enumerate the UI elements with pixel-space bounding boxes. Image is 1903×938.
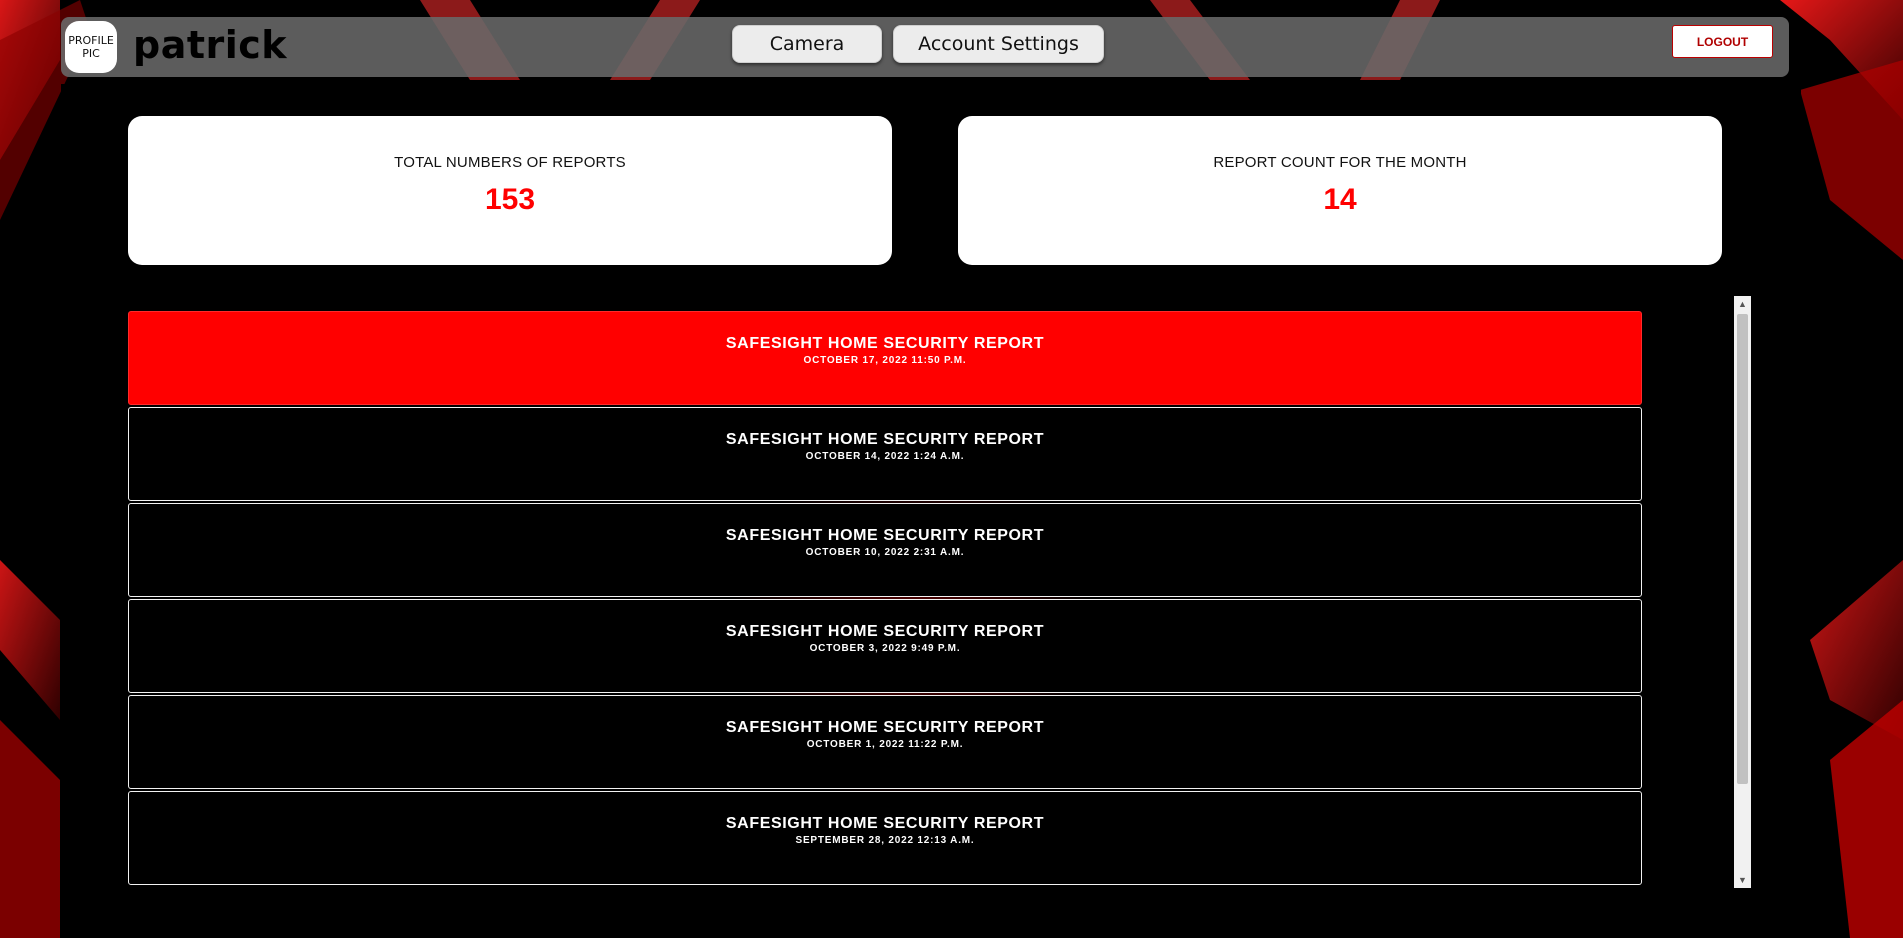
report-title: SAFESIGHT HOME SECURITY REPORT bbox=[725, 431, 1045, 448]
monthly-reports-card: REPORT COUNT FOR THE MONTH 14 bbox=[958, 116, 1722, 265]
report-title: SAFESIGHT HOME SECURITY REPORT bbox=[725, 719, 1045, 736]
total-reports-label: TOTAL NUMBERS OF REPORTS bbox=[394, 154, 626, 171]
logout-button[interactable]: LOGOUT bbox=[1672, 25, 1773, 58]
total-reports-value: 153 bbox=[484, 183, 536, 216]
report-list-scrollbar[interactable]: ▲ ▼ bbox=[1734, 296, 1751, 888]
monthly-reports-label: REPORT COUNT FOR THE MONTH bbox=[1213, 154, 1467, 171]
report-date: OCTOBER 17, 2022 11:50 P.M. bbox=[803, 355, 967, 366]
username: patrick bbox=[133, 23, 288, 67]
avatar-text-line2: PIC bbox=[82, 47, 100, 60]
report-date: SEPTEMBER 28, 2022 12:13 A.M. bbox=[795, 835, 975, 846]
report-date: OCTOBER 3, 2022 9:49 P.M. bbox=[809, 643, 961, 654]
report-title: SAFESIGHT HOME SECURITY REPORT bbox=[725, 527, 1045, 544]
report-item[interactable]: SAFESIGHT HOME SECURITY REPORT OCTOBER 1… bbox=[128, 311, 1642, 405]
report-item[interactable]: SAFESIGHT HOME SECURITY REPORT OCTOBER 1… bbox=[128, 695, 1642, 789]
report-date: OCTOBER 10, 2022 2:31 A.M. bbox=[805, 547, 965, 558]
report-item[interactable]: SAFESIGHT HOME SECURITY REPORT OCTOBER 1… bbox=[128, 407, 1642, 501]
total-reports-card: TOTAL NUMBERS OF REPORTS 153 bbox=[128, 116, 892, 265]
report-title: SAFESIGHT HOME SECURITY REPORT bbox=[725, 815, 1045, 832]
avatar-text-line1: PROFILE bbox=[68, 34, 114, 47]
top-nav-bar: PROFILE PIC patrick Camera Account Setti… bbox=[61, 17, 1789, 77]
report-item[interactable]: SAFESIGHT HOME SECURITY REPORT SEPTEMBER… bbox=[128, 791, 1642, 885]
profile-avatar[interactable]: PROFILE PIC bbox=[65, 21, 117, 73]
scroll-up-arrow-icon[interactable]: ▲ bbox=[1734, 296, 1751, 312]
report-title: SAFESIGHT HOME SECURITY REPORT bbox=[725, 335, 1045, 352]
report-title: SAFESIGHT HOME SECURITY REPORT bbox=[725, 623, 1045, 640]
monthly-reports-value: 14 bbox=[1323, 183, 1357, 216]
app-page: PROFILE PIC patrick Camera Account Setti… bbox=[0, 0, 1903, 938]
report-date: OCTOBER 14, 2022 1:24 A.M. bbox=[805, 451, 965, 462]
account-settings-button[interactable]: Account Settings bbox=[893, 25, 1104, 63]
report-item[interactable]: SAFESIGHT HOME SECURITY REPORT OCTOBER 1… bbox=[128, 503, 1642, 597]
scroll-thumb[interactable] bbox=[1737, 314, 1748, 784]
report-date: OCTOBER 1, 2022 11:22 P.M. bbox=[806, 739, 964, 750]
camera-button[interactable]: Camera bbox=[732, 25, 882, 63]
report-item[interactable]: SAFESIGHT HOME SECURITY REPORT OCTOBER 3… bbox=[128, 599, 1642, 693]
scroll-down-arrow-icon[interactable]: ▼ bbox=[1734, 872, 1751, 888]
report-list: SAFESIGHT HOME SECURITY REPORT OCTOBER 1… bbox=[128, 311, 1642, 887]
